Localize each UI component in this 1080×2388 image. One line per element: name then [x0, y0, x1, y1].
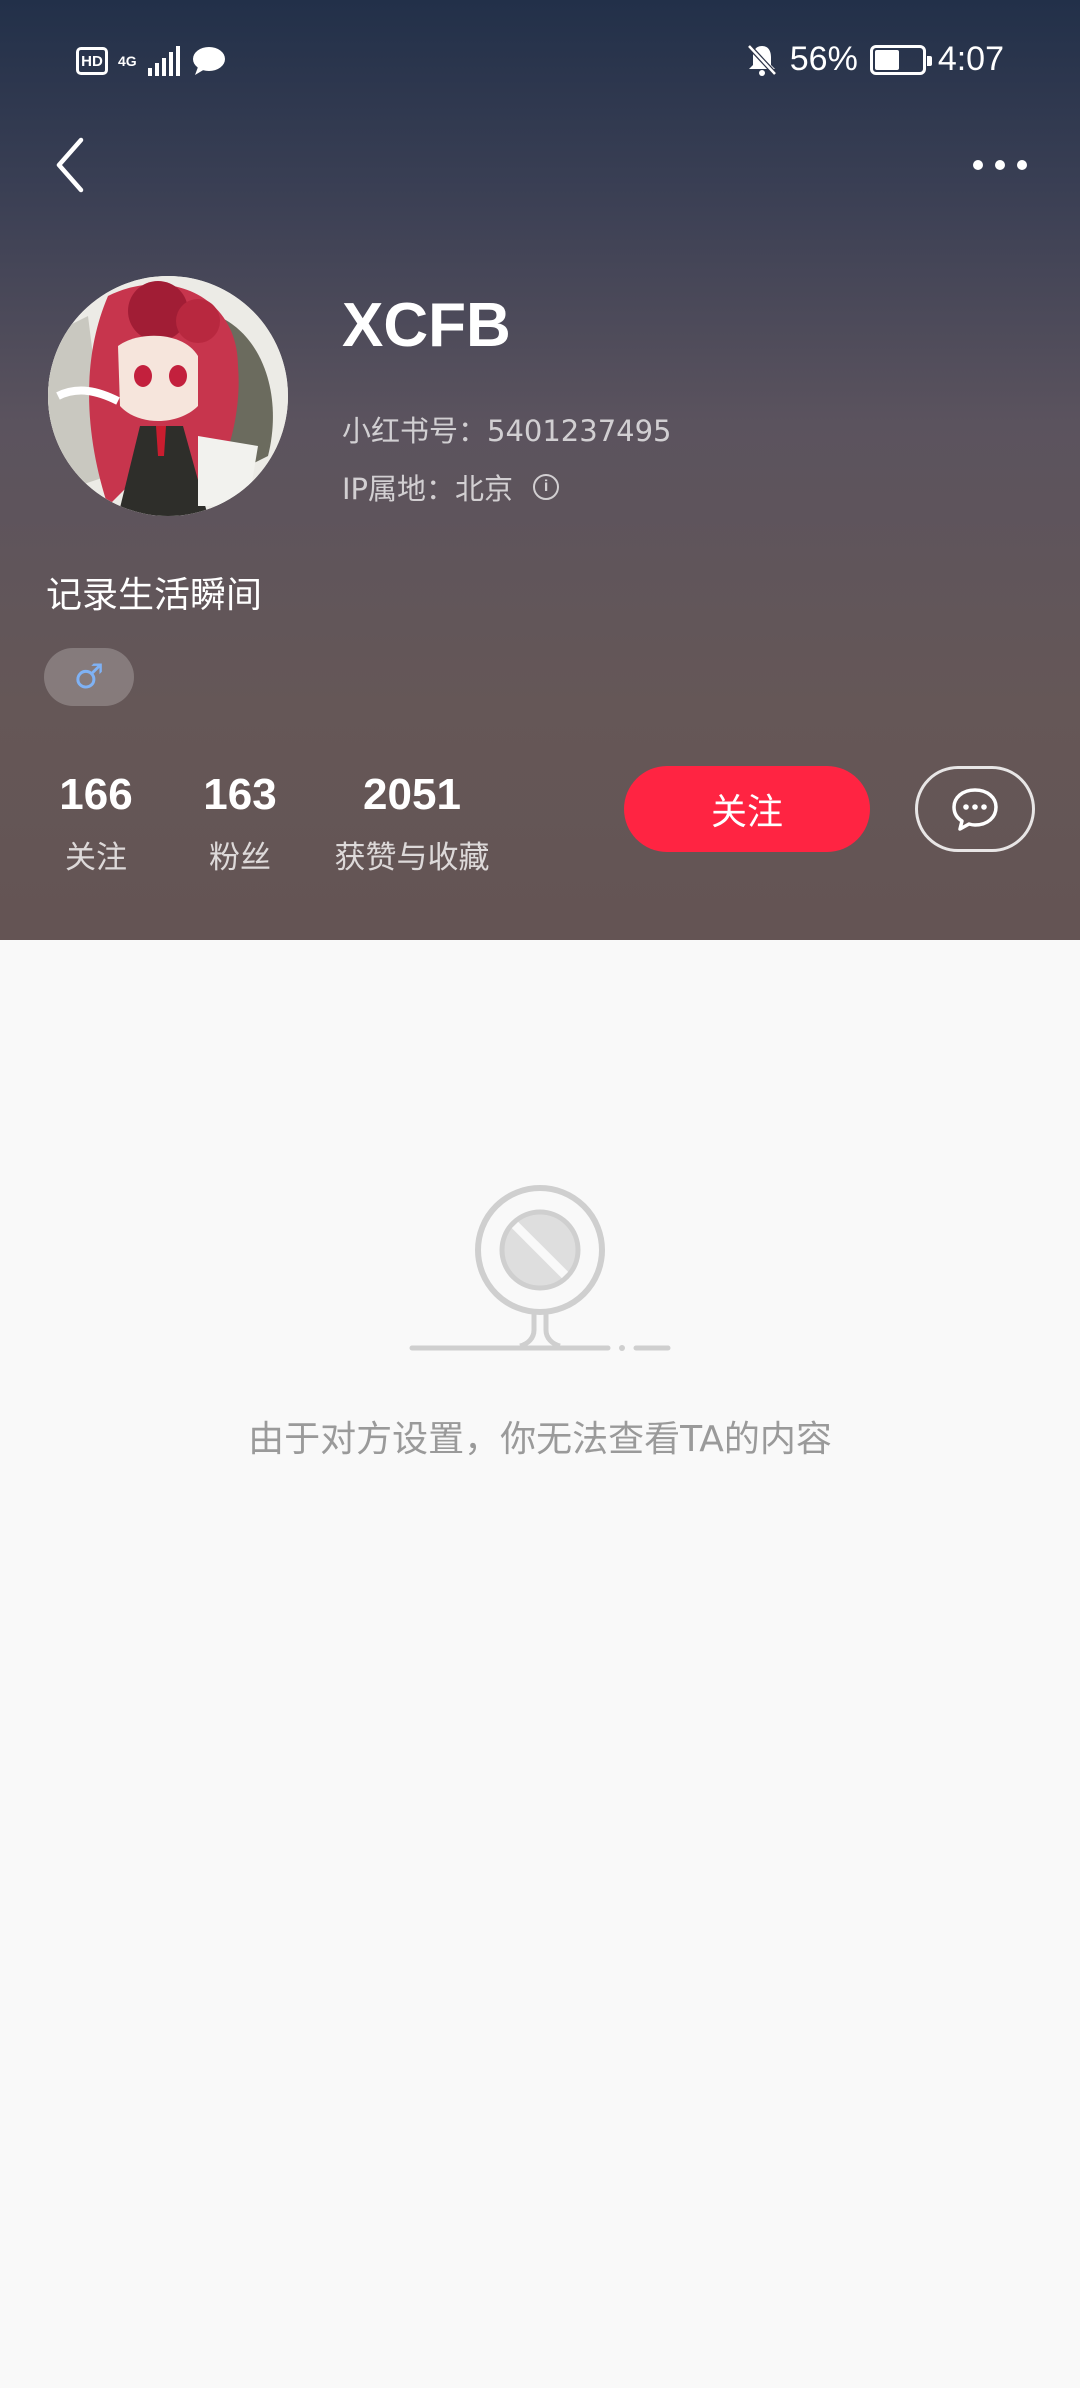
- dot-icon: [973, 160, 983, 170]
- gender-tag: ♂: [44, 648, 134, 706]
- battery-icon: [869, 44, 932, 75]
- status-left: HD 4G: [76, 46, 226, 76]
- hd-badge: HD: [76, 47, 108, 75]
- more-options-button[interactable]: [960, 140, 1040, 190]
- dot-icon: [995, 160, 1005, 170]
- message-bubble-icon: [193, 47, 225, 75]
- clock: 4:07: [937, 40, 1004, 78]
- profile-id: 小红书号：5401237495: [342, 414, 672, 448]
- blocked-content-illustration: [409, 1185, 671, 1351]
- follow-button[interactable]: 关注: [624, 766, 870, 852]
- stat-followers-label: 粉丝: [209, 840, 271, 876]
- battery-fill: [874, 49, 899, 70]
- profile-header: HD 4G 56% 4:07 XCFB 小红书号：5401237495 IP属地…: [0, 0, 1080, 940]
- ip-location: IP属地：北京 i: [342, 466, 560, 508]
- profile-bio: 记录生活瞬间: [46, 575, 263, 616]
- stat-likes-count: 2051: [363, 770, 461, 819]
- male-icon: ♂: [73, 657, 105, 697]
- signal-icon: [148, 46, 180, 76]
- message-button[interactable]: [915, 766, 1035, 852]
- bell-muted-icon: [746, 43, 777, 76]
- stat-likes-collects[interactable]: 2051 获赞与收藏: [326, 770, 498, 877]
- back-button[interactable]: [40, 130, 100, 200]
- chevron-left-icon: [56, 137, 84, 193]
- status-bar: HD 4G 56% 4:07: [0, 0, 1080, 130]
- stat-followers-count: 163: [203, 770, 277, 819]
- network-type: 4G: [118, 53, 137, 69]
- empty-state-message: 由于对方设置，你无法查看TA的内容: [248, 1419, 832, 1460]
- stat-likes-label: 获赞与收藏: [334, 840, 490, 876]
- stat-following-label: 关注: [65, 840, 127, 876]
- profile-name: XCFB: [342, 291, 511, 360]
- stat-followers[interactable]: 163 粉丝: [190, 770, 290, 877]
- battery-percent: 56%: [789, 40, 858, 78]
- stat-following-count: 166: [59, 770, 133, 819]
- status-right: 56% 4:07: [746, 40, 1004, 79]
- avatar-illustration: [48, 276, 288, 516]
- dot-icon: [1017, 160, 1027, 170]
- info-icon[interactable]: i: [533, 474, 560, 500]
- ip-location-text: IP属地：北京: [342, 472, 514, 506]
- stat-following[interactable]: 166 关注: [46, 770, 146, 877]
- avatar[interactable]: [48, 276, 288, 516]
- chat-bubble-icon: [952, 788, 998, 831]
